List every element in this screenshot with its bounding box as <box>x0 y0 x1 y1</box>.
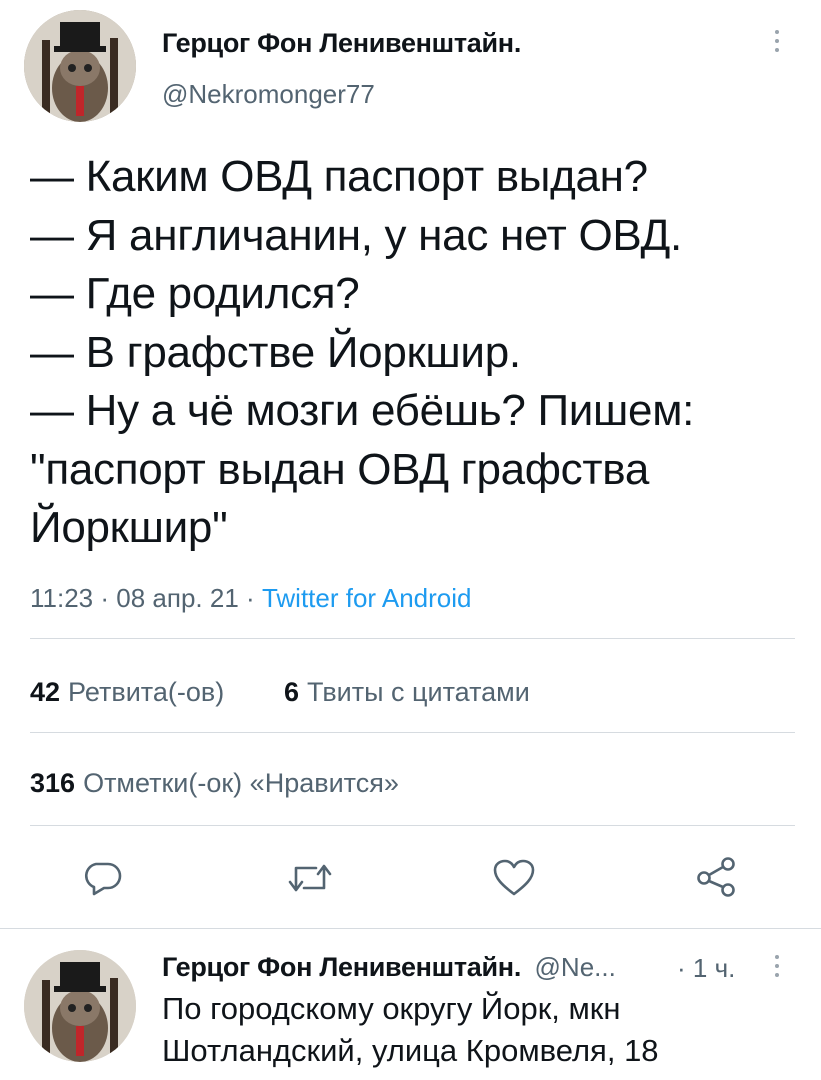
divider <box>30 638 795 639</box>
retweets-stat[interactable]: 42 Ретвита(-ов) <box>30 677 224 708</box>
author-name[interactable]: Герцог Фон Ленивенштайн. <box>162 28 521 59</box>
reply-time-ago[interactable]: 1 ч. <box>693 953 735 983</box>
divider <box>0 928 821 929</box>
retweets-count: 42 <box>30 677 61 707</box>
tweet-time: 11:23 <box>30 583 94 613</box>
quotes-count: 6 <box>284 677 300 707</box>
reply-separator: · <box>677 953 686 983</box>
retweets-label: Ретвита(-ов) <box>68 677 225 707</box>
avatar-image <box>24 950 136 1062</box>
author-handle[interactable]: @Nekromonger77 <box>162 79 375 110</box>
meta-separator: · <box>246 583 255 613</box>
author-avatar[interactable] <box>24 10 136 122</box>
likes-count: 316 <box>30 768 76 798</box>
likes-label: Отметки(-ок) «Нравится» <box>83 768 399 798</box>
reply-text: По городскому округу Йорк, мкн Шотландск… <box>162 991 659 1068</box>
reply-author-avatar[interactable] <box>24 950 136 1062</box>
reply-more-options-icon[interactable] <box>775 955 781 977</box>
share-icon[interactable] <box>694 856 738 898</box>
avatar-image <box>24 10 136 122</box>
more-options-icon[interactable] <box>775 30 781 52</box>
tweet-meta: 11:23 · 08 апр. 21 · Twitter for Android <box>30 583 471 614</box>
tweet-source-link[interactable]: Twitter for Android <box>262 583 472 613</box>
likes-stat[interactable]: 316 Отметки(-ок) «Нравится» <box>30 768 399 799</box>
divider <box>30 825 795 826</box>
divider <box>30 732 795 733</box>
tweet-text: — Каким ОВД паспорт выдан? — Я англичани… <box>30 152 695 552</box>
reply-author-handle[interactable]: @Ne... <box>535 952 616 982</box>
quotes-label: Твиты с цитатами <box>307 677 530 707</box>
quotes-stat[interactable]: 6 Твиты с цитатами <box>284 677 530 708</box>
retweet-icon[interactable] <box>286 860 334 896</box>
reply-author-name[interactable]: Герцог Фон Ленивенштайн. <box>162 952 521 982</box>
reply-icon[interactable] <box>82 858 122 896</box>
tweet-date: 08 апр. 21 <box>116 583 239 613</box>
reply-time: · 1 ч. <box>677 953 735 984</box>
reply-header: Герцог Фон Ленивенштайн. @Ne... <box>162 952 616 983</box>
like-icon[interactable] <box>492 858 536 898</box>
meta-separator: · <box>100 583 110 613</box>
